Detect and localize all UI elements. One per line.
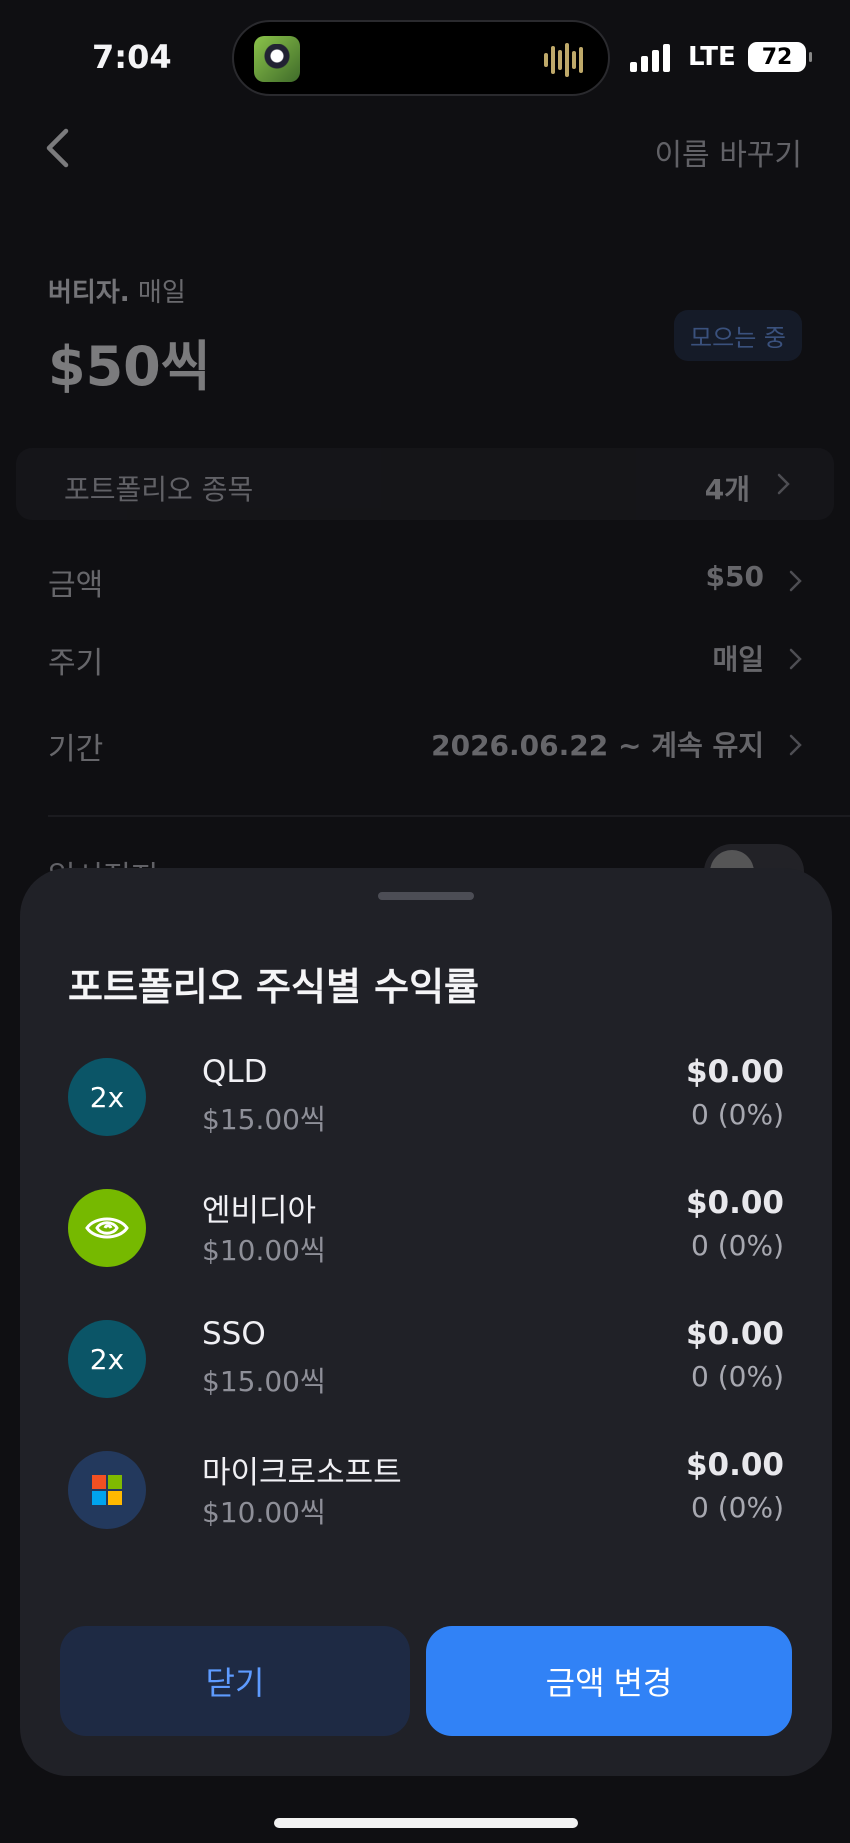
- stock-logo-text: 2x: [89, 1342, 125, 1376]
- stock-name: SSO: [202, 1316, 266, 1352]
- stock-logo-text: 2x: [89, 1080, 125, 1114]
- leverage-2x-icon: 2x: [68, 1058, 146, 1136]
- home-indicator[interactable]: [274, 1818, 578, 1828]
- close-button[interactable]: 닫기: [60, 1626, 410, 1736]
- stock-amount-each: $10.00씩: [202, 1496, 326, 1529]
- setting-value: $50: [705, 560, 764, 593]
- stock-return: 0 (0%): [691, 1229, 784, 1262]
- stock-return: 0 (0%): [691, 1491, 784, 1524]
- setting-row-cycle[interactable]: 주기 매일: [48, 628, 802, 688]
- stock-amount-each: $15.00씩: [202, 1365, 326, 1398]
- plan-amount: $50씩: [48, 335, 211, 398]
- stock-row[interactable]: 엔비디아 $10.00씩 $0.00 0 (0%): [20, 1179, 832, 1279]
- plan-name: 버티자.: [48, 278, 130, 308]
- sheet-drag-handle[interactable]: [378, 892, 474, 900]
- chevron-right-icon: [789, 570, 802, 592]
- rename-button[interactable]: 이름 바꾸기: [654, 130, 802, 174]
- stock-row[interactable]: 마이크로소프트 $10.00씩 $0.00 0 (0%): [20, 1441, 832, 1541]
- setting-label: 기간: [48, 732, 104, 767]
- setting-label: 주기: [48, 646, 104, 681]
- stock-name: QLD: [202, 1054, 268, 1090]
- portfolio-stocks-count: 4개: [704, 473, 750, 506]
- stock-profit: $0.00: [685, 1316, 784, 1352]
- stock-return: 0 (0%): [691, 1098, 784, 1131]
- setting-row-period[interactable]: 기간 2026.06.22 ~ 계속 유지: [48, 714, 802, 774]
- divider: [48, 815, 850, 817]
- stock-profit: $0.00: [685, 1447, 784, 1483]
- stock-name: 마이크로소프트: [202, 1455, 402, 1491]
- stock-row[interactable]: 2x QLD $15.00씩 $0.00 0 (0%): [20, 1048, 832, 1148]
- chevron-right-icon: [789, 648, 802, 670]
- portfolio-stocks-row[interactable]: 포트폴리오 종목 4개: [16, 448, 834, 520]
- setting-value: 매일: [712, 643, 764, 676]
- chevron-right-icon: [777, 473, 790, 495]
- leverage-2x-icon: 2x: [68, 1320, 146, 1398]
- stock-amount-each: $15.00씩: [202, 1103, 326, 1136]
- setting-label: 금액: [48, 568, 104, 603]
- plan-label: 버티자. 매일: [48, 272, 186, 309]
- stock-row[interactable]: 2x SSO $15.00씩 $0.00 0 (0%): [20, 1310, 832, 1410]
- setting-row-amount[interactable]: 금액 $50: [48, 550, 802, 610]
- sheet-title: 포트폴리오 주식별 수익률: [68, 965, 480, 1009]
- stock-return: 0 (0%): [691, 1360, 784, 1393]
- portfolio-stocks-label: 포트폴리오 종목: [64, 473, 254, 506]
- plan-frequency: 매일: [137, 278, 186, 308]
- change-amount-button[interactable]: 금액 변경: [426, 1626, 792, 1736]
- stock-profit: $0.00: [685, 1185, 784, 1221]
- status-badge: 모으는 중: [674, 310, 802, 361]
- setting-value: 2026.06.22 ~ 계속 유지: [431, 729, 764, 762]
- stock-profit: $0.00: [685, 1054, 784, 1090]
- nvidia-icon: [68, 1189, 146, 1267]
- background-screen: 이름 바꾸기 버티자. 매일 $50씩 모으는 중 포트폴리오 종목 4개 금액…: [0, 0, 850, 900]
- back-chevron-icon[interactable]: [44, 128, 70, 168]
- stock-name: 엔비디아: [202, 1193, 317, 1229]
- microsoft-icon: [68, 1451, 146, 1529]
- stock-amount-each: $10.00씩: [202, 1234, 326, 1267]
- chevron-right-icon: [789, 734, 802, 756]
